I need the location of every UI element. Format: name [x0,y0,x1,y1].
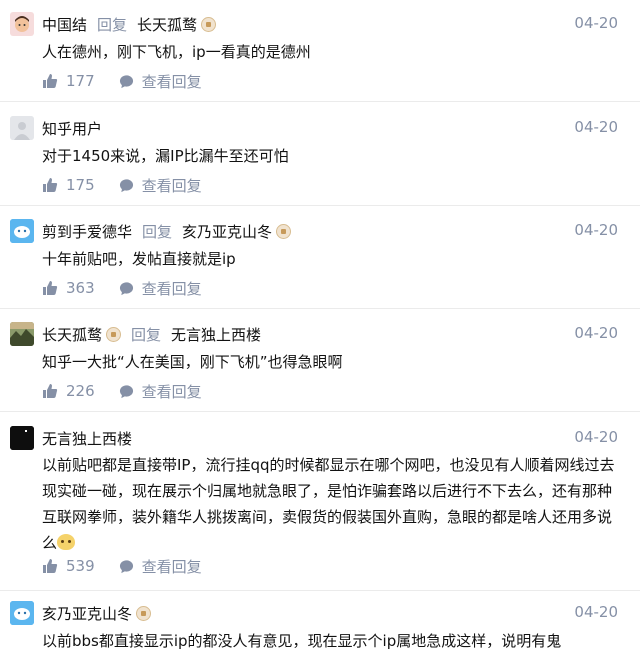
author-name[interactable]: 知乎用户 [42,118,102,139]
author-name[interactable]: 长天孤鹜 [42,324,102,345]
like-button[interactable]: 539 [42,557,95,575]
avatar[interactable] [10,601,34,625]
comment-header: 剪到手爱德华 回复 亥乃亚克山冬 [10,219,292,243]
cartoon-avatar-icon [15,16,29,32]
comment-header: 长天孤鹜 回复 无言独上西楼 [10,322,261,346]
comment-actions: 175 查看回复 [42,174,202,196]
comment-item: 亥乃亚克山冬 04-20 以前bbs都直接显示ip的都没人有意见，现在显示个ip… [0,601,640,659]
view-replies-label: 查看回复 [141,557,202,576]
comment-item: 中国结 回复 长天孤鹜 04-20 人在德州，刚下飞机，ip一看真的是德州 17… [0,12,640,102]
content-line-text: 么 [42,534,58,552]
like-count: 363 [66,279,95,297]
comment-list: 中国结 回复 长天孤鹜 04-20 人在德州，刚下飞机，ip一看真的是德州 17… [0,0,640,659]
comment-time: 04-20 [574,221,618,239]
creator-badge-icon [136,605,152,621]
reply-to-name[interactable]: 长天孤鹜 [137,14,197,35]
comment-actions: 363 查看回复 [42,277,202,299]
comment-actions: 226 查看回复 [42,380,202,402]
comment-time: 04-20 [574,324,618,342]
content-line: 互联网拳师，装外籍华人挑拨离间，卖假货的假装国外直购，急眼的都是啥人还用多说 [42,508,613,526]
like-count: 177 [66,72,95,90]
author-name[interactable]: 中国结 [42,14,87,35]
creator-badge-icon [276,223,292,239]
reply-label: 回复 [131,325,162,344]
comment-header: 中国结 回复 长天孤鹜 [10,12,217,36]
view-replies-label: 查看回复 [141,382,202,401]
comment-bubble-icon [119,559,133,573]
comment-item: 剪到手爱德华 回复 亥乃亚克山冬 04-20 十年前贴吧，发帖直接就是ip 36… [0,219,640,309]
like-button[interactable]: 226 [42,382,95,400]
avatar[interactable] [10,426,34,450]
view-replies-label: 查看回复 [141,176,202,195]
comment-item: 无言独上西楼 04-20 以前贴吧都是直接带IP，流行挂qq的时候都显示在哪个网… [0,426,640,591]
avatar[interactable] [10,219,34,243]
author-name[interactable]: 剪到手爱德华 [42,221,132,242]
view-replies-button[interactable]: 查看回复 [119,278,202,299]
cat-emoji-icon [57,534,76,550]
landscape-avatar-icon [10,322,34,346]
comment-time: 04-20 [574,603,618,621]
avatar[interactable] [10,116,34,140]
comment-header: 亥乃亚克山冬 [10,601,152,625]
comment-content: 以前bbs都直接显示ip的都没人有意见，现在显示个ip属地急成这样，说明有鬼 [42,632,562,650]
comment-bubble-icon [119,74,133,88]
creator-badge-icon [106,326,122,342]
comment-item: 长天孤鹜 回复 无言独上西楼 04-20 知乎一大批“人在美国，刚下飞机”也得急… [0,322,640,412]
view-replies-label: 查看回复 [141,279,202,298]
default-user-avatar-icon [10,116,34,140]
view-replies-button[interactable]: 查看回复 [119,556,202,577]
like-button[interactable]: 175 [42,176,95,194]
comment-header: 无言独上西楼 [10,426,132,450]
avatar[interactable] [10,322,34,346]
comment-content: 十年前贴吧，发帖直接就是ip [42,250,236,268]
comment-content: 对于1450来说，漏IP比漏牛至还可怕 [42,147,289,165]
comment-time: 04-20 [574,118,618,136]
comment-time: 04-20 [574,428,618,446]
thumbs-up-icon [43,384,58,398]
reply-to-name[interactable]: 亥乃亚克山冬 [182,221,272,242]
content-line: 以前贴吧都是直接带IP，流行挂qq的时候都显示在哪个网吧，也没见有人顺着网线过去 [42,456,615,474]
view-replies-button[interactable]: 查看回复 [119,71,202,92]
like-button[interactable]: 177 [42,72,95,90]
content-line: 现实碰一碰，现在展示个归属地就急眼了，是怕诈骗套路以后进行不下去么，还有那种 [42,482,613,500]
like-count: 175 [66,176,95,194]
author-name[interactable]: 无言独上西楼 [42,428,132,449]
thumbs-up-icon [43,74,58,88]
view-replies-label: 查看回复 [141,72,202,91]
thumbs-up-icon [43,178,58,192]
view-replies-button[interactable]: 查看回复 [119,175,202,196]
comment-bubble-icon [119,281,133,295]
comment-bubble-icon [119,178,133,192]
comment-content: 知乎一大批“人在美国，刚下飞机”也得急眼啊 [42,353,343,371]
cartoon-avatar-icon [10,219,34,243]
comment-content: 以前贴吧都是直接带IP，流行挂qq的时候都显示在哪个网吧，也没见有人顺着网线过去… [42,452,618,556]
thumbs-up-icon [43,281,58,295]
dark-avatar-icon [10,426,34,450]
thumbs-up-icon [43,559,58,573]
view-replies-button[interactable]: 查看回复 [119,381,202,402]
avatar[interactable] [10,12,34,36]
comment-header: 知乎用户 [10,116,102,140]
comment-actions: 177 查看回复 [42,70,202,92]
reply-to-name[interactable]: 无言独上西楼 [171,324,261,345]
content-line: 么 [42,530,618,556]
reply-label: 回复 [97,15,128,34]
like-button[interactable]: 363 [42,279,95,297]
author-name[interactable]: 亥乃亚克山冬 [42,603,132,624]
like-count: 539 [66,557,95,575]
comment-content: 人在德州，刚下飞机，ip一看真的是德州 [42,43,311,61]
comment-bubble-icon [119,384,133,398]
comment-item: 知乎用户 04-20 对于1450来说，漏IP比漏牛至还可怕 175 查看回复 [0,116,640,206]
reply-label: 回复 [142,222,173,241]
comment-actions: 539 查看回复 [42,555,202,577]
cartoon-avatar-icon [10,601,34,625]
creator-badge-icon [201,16,217,32]
like-count: 226 [66,382,95,400]
comment-time: 04-20 [574,14,618,32]
